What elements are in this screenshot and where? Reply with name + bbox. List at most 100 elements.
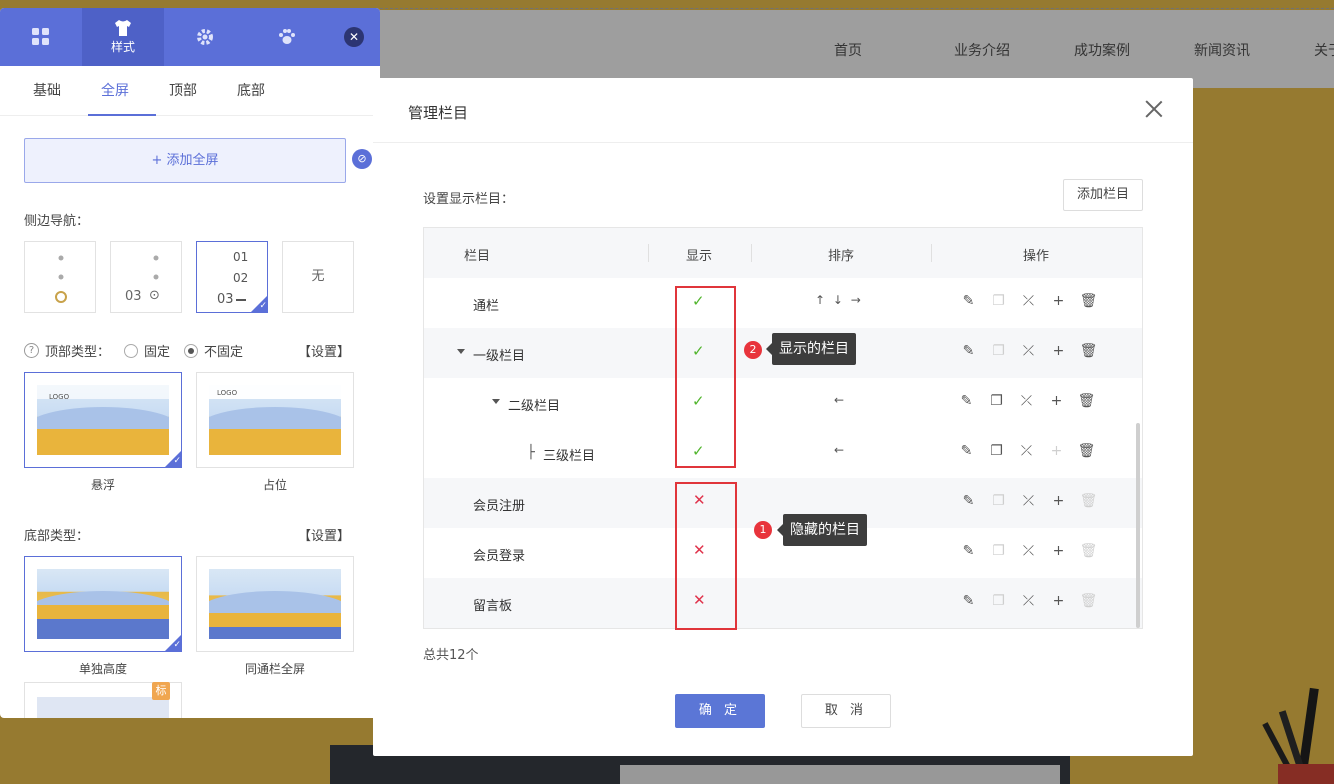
top-type-placeholder-option[interactable]: LOGO (196, 372, 354, 468)
sort-arrows[interactable]: ← (834, 443, 846, 457)
add-icon[interactable]: + (1049, 592, 1068, 611)
copy-icon[interactable]: ❐ (987, 442, 1006, 461)
delete-icon[interactable]: 🗑 (1077, 442, 1096, 461)
copy-icon[interactable]: ❐ (987, 392, 1006, 411)
side-nav-option-dots[interactable] (24, 241, 96, 313)
top-type-float-option[interactable]: LOGO (24, 372, 182, 468)
side-nav-label: 侧边导航： (24, 214, 90, 229)
add-icon[interactable]: + (1049, 342, 1068, 361)
hide-icon[interactable]: ⤫ (1019, 492, 1038, 511)
tab-fullscreen[interactable]: 全屏 (88, 66, 156, 116)
add-icon[interactable]: + (1049, 542, 1068, 561)
add-column-button[interactable]: 添加栏目 (1063, 179, 1143, 211)
bottom-settings-link[interactable]: 【设置】 (298, 525, 350, 544)
side-nav-option-number[interactable]: 03 ⊙ (110, 241, 182, 313)
nav-option-number-label: 03 (125, 289, 142, 304)
caret-down-icon[interactable] (457, 349, 465, 354)
add-icon[interactable]: + (1047, 442, 1066, 461)
close-icon[interactable] (1145, 100, 1163, 118)
table-scrollbar[interactable] (1136, 423, 1140, 628)
top-settings-link[interactable]: 【设置】 (298, 341, 350, 360)
tab-top[interactable]: 顶部 (156, 66, 224, 115)
row-actions: ✎ ❐ ⤫ + 🗑 (957, 392, 1096, 411)
dialog-header: 管理栏目 (373, 78, 1193, 143)
dots-nav-icon (55, 255, 67, 303)
hide-icon[interactable]: ⤫ (1019, 342, 1038, 361)
shirt-icon (115, 19, 131, 36)
add-icon[interactable]: + (1049, 492, 1068, 511)
confirm-button[interactable]: 确 定 (675, 694, 765, 728)
copy-icon[interactable]: ❐ (989, 592, 1008, 611)
add-icon[interactable]: + (1047, 392, 1066, 411)
side-nav-option-none[interactable]: 无 (282, 241, 354, 313)
copy-icon[interactable]: ❐ (989, 292, 1008, 311)
manage-columns-dialog: 管理栏目 设置显示栏目： 添加栏目 栏目 显示 排序 操作 通栏 ✓ ↑ ↓ →… (373, 78, 1193, 756)
dialog-title: 管理栏目 (408, 104, 469, 122)
help-icon[interactable]: ? (24, 343, 39, 358)
tab-basic[interactable]: 基础 (20, 66, 88, 115)
callout-number: 1 (754, 521, 772, 539)
edit-icon[interactable]: ✎ (957, 392, 976, 411)
edit-icon[interactable]: ✎ (957, 442, 976, 461)
tab-bottom[interactable]: 底部 (224, 66, 292, 115)
sort-arrows[interactable]: ↑ ↓ → (815, 293, 863, 307)
design-panel: 样式 ✕ 基础 全屏 顶部 底部 + 添加全屏 ⊘ 侧边导航： 03 ⊙ 01 … (0, 8, 380, 718)
delete-icon[interactable]: 🗑 (1079, 342, 1098, 361)
edit-icon[interactable]: ✎ (959, 492, 978, 511)
row-name: 三级栏目 (543, 449, 596, 464)
row-actions: ✎ ❐ ⤫ + 🗑 (959, 592, 1098, 611)
settings-tool-button[interactable] (164, 8, 246, 66)
radio-not-fixed[interactable] (184, 343, 199, 358)
total-count: 总共12个 (423, 648, 479, 663)
copy-icon[interactable]: ❐ (989, 492, 1008, 511)
top-type-row: ? 顶部类型： 固定 不固定 (24, 341, 243, 360)
thumb-caption: 单独高度 (78, 662, 127, 676)
layout-tool-button[interactable] (0, 8, 82, 66)
panel-tabs: 基础 全屏 顶部 底部 (0, 66, 380, 116)
bottom-type-label: 底部类型： (24, 529, 90, 544)
delete-icon[interactable]: 🗑 (1079, 542, 1098, 561)
add-fullscreen-button[interactable]: + 添加全屏 (24, 138, 346, 183)
delete-icon[interactable]: 🗑 (1077, 392, 1096, 411)
radio-fixed[interactable] (124, 343, 139, 358)
hidden-columns-highlight (675, 482, 737, 630)
bottom-type-same-option[interactable] (196, 556, 354, 652)
cancel-button[interactable]: 取 消 (801, 694, 891, 728)
sort-arrows[interactable]: ← (834, 393, 846, 407)
row-name: 会员注册 (473, 499, 526, 514)
side-nav-option-list[interactable]: 01 02 03 (196, 241, 268, 313)
add-icon[interactable]: + (1049, 292, 1068, 311)
delete-icon[interactable]: 🗑 (1079, 592, 1098, 611)
edit-icon[interactable]: ✎ (959, 592, 978, 611)
selected-check-icon (164, 634, 182, 652)
hide-icon[interactable]: ⤫ (1019, 292, 1038, 311)
style-tool-button[interactable]: 样式 (82, 8, 164, 66)
caret-down-icon[interactable] (492, 399, 500, 404)
style-tool-label: 样式 (110, 39, 135, 54)
bottom-type-single-option[interactable] (24, 556, 182, 652)
copy-icon[interactable]: ❐ (989, 342, 1008, 361)
edit-icon[interactable]: ✎ (959, 342, 978, 361)
edit-icon[interactable]: ✎ (959, 292, 978, 311)
dots-nav-icon (153, 255, 159, 280)
hide-icon[interactable]: ⤫ (1017, 442, 1036, 461)
nav-option-line: 03 (217, 292, 234, 307)
plugin-tool-button[interactable] (246, 8, 328, 66)
panel-close-button[interactable]: ✕ (344, 27, 364, 47)
nav-option-line: 02 (233, 271, 249, 285)
col-header-display: 显示 (686, 249, 713, 264)
delete-icon[interactable]: 🗑 (1079, 292, 1098, 311)
link-icon[interactable]: ⊘ (352, 149, 372, 169)
radio-not-fixed-label: 不固定 (204, 345, 244, 360)
copy-icon[interactable]: ❐ (989, 542, 1008, 561)
hide-icon[interactable]: ⤫ (1019, 542, 1038, 561)
col-header-actions: 操作 (1023, 249, 1050, 264)
hide-icon[interactable]: ⤫ (1019, 592, 1038, 611)
edit-icon[interactable]: ✎ (959, 542, 978, 561)
hide-icon[interactable]: ⤫ (1017, 392, 1036, 411)
paw-icon (279, 29, 295, 44)
thumb-footer-bar (209, 627, 341, 639)
badge-label: 标 (152, 682, 170, 700)
delete-icon[interactable]: 🗑 (1079, 492, 1098, 511)
row-actions: ✎ ❐ ⤫ + 🗑 (959, 342, 1098, 361)
